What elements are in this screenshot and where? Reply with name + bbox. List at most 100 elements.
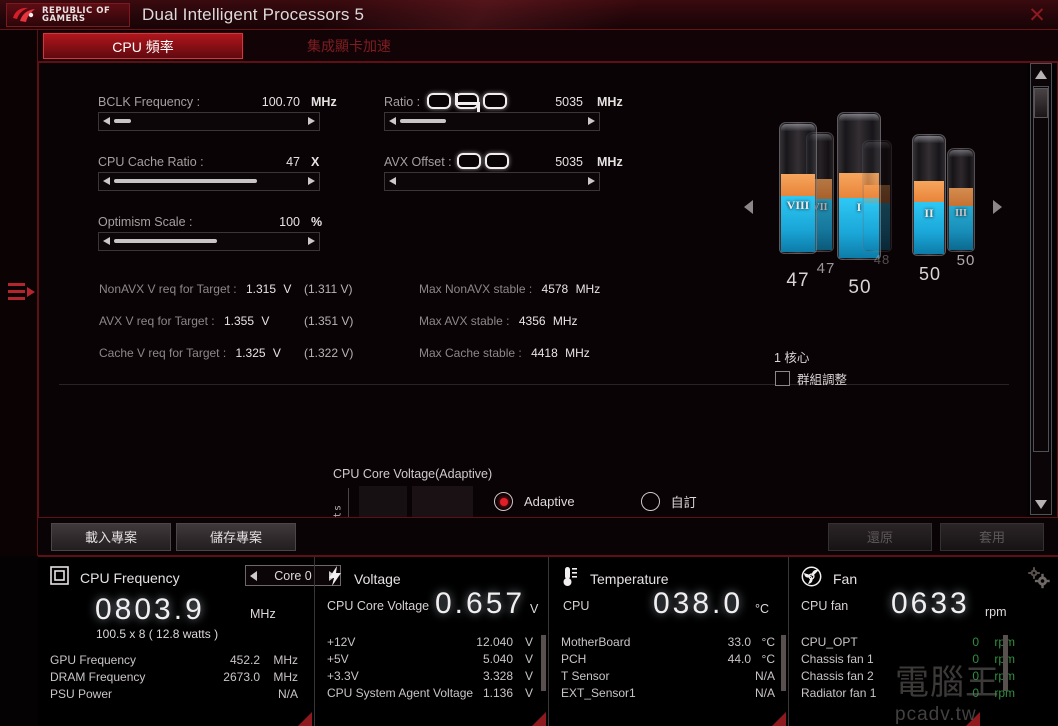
avx-unit: V xyxy=(261,314,269,328)
avx-offset-value: 5035 xyxy=(527,155,583,169)
cache-paren: (1.322 V) xyxy=(304,346,353,360)
bclk-slider-left-arrow[interactable] xyxy=(99,112,114,131)
row-radiator-fan-1: Radiator fan 1 0 rpm xyxy=(801,686,1019,703)
max-cache-key: Max Cache stable : xyxy=(419,346,522,360)
optimism-scale-label: Optimism Scale : xyxy=(98,215,192,229)
cache-slider-right-arrow[interactable] xyxy=(304,172,319,191)
t-sensor-value: N/A xyxy=(705,669,775,683)
gpu-frequency-unit: MHz xyxy=(273,653,298,667)
restore-button[interactable]: 還原 xyxy=(828,523,932,551)
core-tube-dim[interactable] xyxy=(862,140,892,252)
monitor-voltage: Voltage CPU Core Voltage 0.657 V +12V 12… xyxy=(314,557,548,726)
ratio-slider-right-arrow[interactable] xyxy=(584,112,599,131)
voltage-list-scrollbar[interactable] xyxy=(541,635,546,691)
cpu-core-voltage-title: CPU Core Voltage(Adaptive) xyxy=(333,467,492,481)
optimism-slider-right-arrow[interactable] xyxy=(304,232,319,251)
apply-button[interactable]: 套用 xyxy=(940,523,1044,551)
v5-unit: V xyxy=(525,652,533,666)
nonavx-paren-text: (1.311 V) xyxy=(304,282,352,296)
voltage-title: Voltage xyxy=(354,571,401,587)
nonavx-paren: (1.311 V) xyxy=(304,282,352,296)
cpu-frequency-title: CPU Frequency xyxy=(80,570,180,586)
v5-value: 5.040 xyxy=(443,652,513,666)
carousel-next-icon[interactable] xyxy=(993,200,1002,214)
optimism-slider-left-arrow[interactable] xyxy=(99,232,114,251)
ratio-digit-display xyxy=(427,93,507,109)
row-dram-frequency: DRAM Frequency 2673.0 MHz xyxy=(50,670,304,687)
cache-slider-track[interactable] xyxy=(114,172,304,191)
scroll-up-icon[interactable] xyxy=(1031,64,1051,84)
core-tube-4[interactable]: III xyxy=(947,148,975,252)
rog-eye-icon xyxy=(11,6,37,24)
avx-slider-right-arrow[interactable] xyxy=(584,172,599,191)
core-tube-carousel: VII 47 VIII 47 I 50 II xyxy=(694,92,1014,307)
cpu-temperature-value: 038.0 xyxy=(653,587,743,621)
group-tuning-checkbox[interactable] xyxy=(775,371,790,386)
max-cache-value: 4418 xyxy=(531,346,558,360)
cpu-cache-ratio-value: 47 xyxy=(248,155,300,169)
temperature-list-scrollbar[interactable] xyxy=(781,635,786,691)
left-rail xyxy=(0,30,38,556)
ratio-slider[interactable] xyxy=(384,112,600,131)
tab-igpu-boost[interactable]: 集成顯卡加速 xyxy=(244,33,454,59)
close-icon[interactable]: ✕ xyxy=(1024,3,1050,27)
cpu-temperature-unit: °C xyxy=(755,602,769,616)
radio-adaptive-label: Adaptive xyxy=(524,494,575,509)
core-tube-roman-4: III xyxy=(947,208,975,219)
row-system-agent: CPU System Agent Voltage 1.136 V xyxy=(327,686,539,703)
carousel-prev-icon[interactable] xyxy=(744,200,753,214)
optimism-slider-track[interactable] xyxy=(114,232,304,251)
optimism-scale-slider[interactable] xyxy=(98,232,320,251)
core-tube-number-4: 50 xyxy=(944,252,988,269)
core-tube-3[interactable]: II xyxy=(912,134,946,256)
core-tube-number-0: 47 xyxy=(772,270,824,292)
avx-value: 1.355 xyxy=(224,314,254,328)
load-profile-button[interactable]: 載入專案 xyxy=(51,523,171,551)
core-tube-number-2: 50 xyxy=(832,277,888,299)
fan-list-scrollbar[interactable] xyxy=(1003,635,1008,691)
group-tuning-row[interactable]: 群組調整 xyxy=(775,369,847,388)
tab-cpu-frequency[interactable]: CPU 頻率 xyxy=(43,33,243,59)
menu-toggle-icon[interactable] xyxy=(8,280,34,304)
ext-sensor-key: EXT_Sensor1 xyxy=(561,686,636,700)
core-selector-value: Core 0 xyxy=(274,569,312,583)
scroll-down-icon[interactable] xyxy=(1031,494,1051,514)
v33-value: 3.328 xyxy=(443,669,513,683)
radio-adaptive[interactable] xyxy=(494,492,513,511)
settings-gear-icon[interactable] xyxy=(1026,565,1052,591)
avx-slider-left-arrow[interactable] xyxy=(385,172,400,191)
ratio-slider-left-arrow[interactable] xyxy=(385,112,400,131)
save-profile-button[interactable]: 儲存專案 xyxy=(176,523,296,551)
cache-key: Cache V req for Target : xyxy=(99,346,226,360)
ratio-slider-track[interactable] xyxy=(400,112,584,131)
bclk-frequency-slider[interactable] xyxy=(98,112,320,131)
core-count-label: 1 核心 xyxy=(774,347,809,366)
section-divider xyxy=(59,384,1009,385)
bclk-slider-right-arrow[interactable] xyxy=(304,112,319,131)
cpu-frequency-corner-accent xyxy=(297,712,312,726)
bclk-slider-track[interactable] xyxy=(114,112,304,131)
content-scrollbar[interactable] xyxy=(1030,63,1052,515)
core-prev-icon[interactable] xyxy=(250,571,257,581)
core-tube-0[interactable]: VIII xyxy=(779,122,817,254)
scrollbar-thumb[interactable] xyxy=(1034,88,1048,118)
avx-offset-slider[interactable] xyxy=(384,172,600,191)
cache-slider-left-arrow[interactable] xyxy=(99,172,114,191)
monitor-fan: Fan CPU fan 0633 rpm CPU_OPT 0 rpm Chass… xyxy=(788,557,1058,726)
voltage-corner-accent xyxy=(531,712,546,726)
group-tuning-label: 群組調整 xyxy=(797,369,847,388)
chart-voltage-curve xyxy=(348,486,473,518)
scrollbar-trough[interactable] xyxy=(1033,86,1049,452)
cpu-cache-ratio-slider[interactable] xyxy=(98,172,320,191)
stat-row-max-nonavx: Max NonAVX stable : 4578 MHz xyxy=(419,282,600,296)
radio-custom[interactable] xyxy=(641,492,660,511)
main-content: BCLK Frequency : 100.70 MHz CPU Cache Ra… xyxy=(39,62,1027,518)
gpu-frequency-key: GPU Frequency xyxy=(50,653,136,667)
max-avx-key: Max AVX stable : xyxy=(419,314,510,328)
core-tube-roman-0: VIII xyxy=(779,198,817,213)
cpu-fan-value: 0633 xyxy=(891,587,970,621)
stat-row-nonavx: NonAVX V req for Target : 1.315 V xyxy=(99,282,291,296)
sa-unit: V xyxy=(525,686,533,700)
dram-frequency-value: 2673.0 xyxy=(190,670,260,684)
avx-slider-track[interactable] xyxy=(400,172,584,191)
